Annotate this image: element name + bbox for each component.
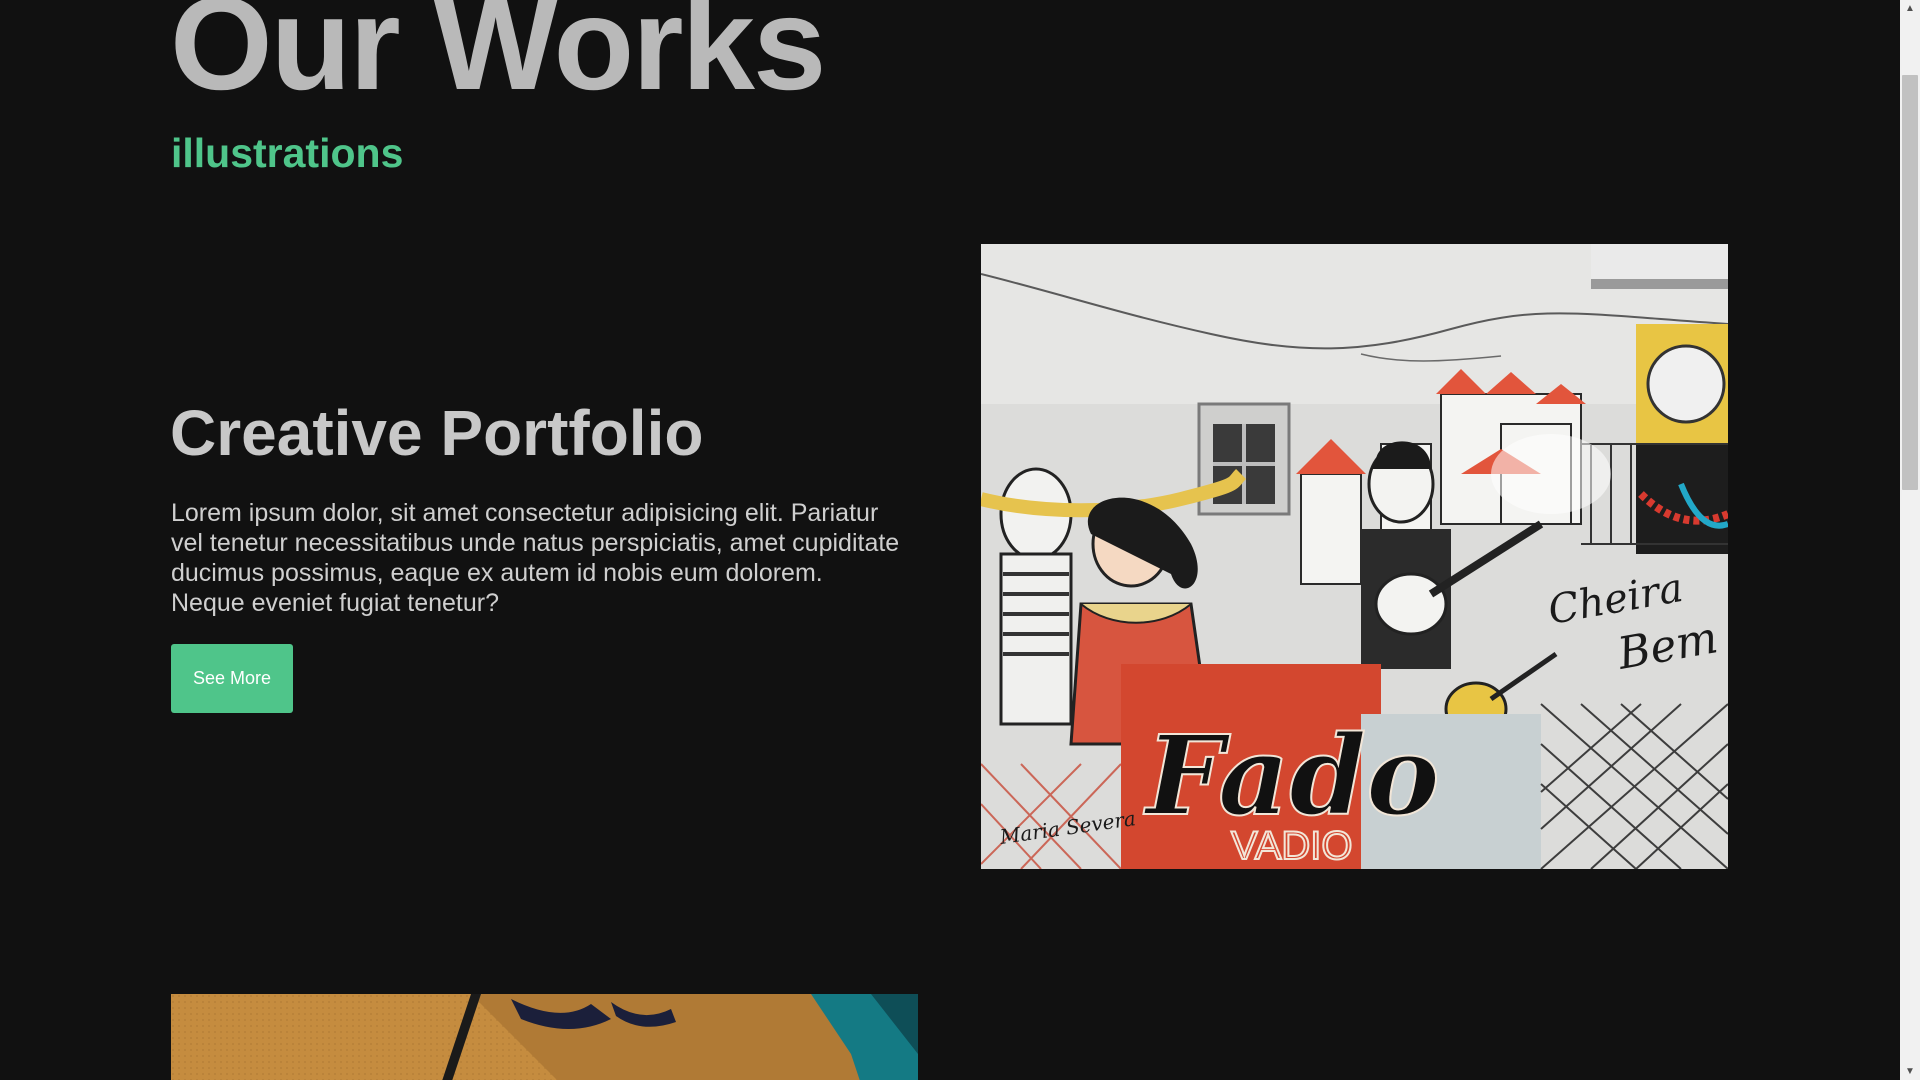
project-title: Creative Portfolio — [170, 397, 704, 469]
mural-sign-text: Fado — [1143, 711, 1440, 840]
project-description: Lorem ipsum dolor, sit amet consectetur … — [171, 499, 900, 617]
scrollbar-thumb[interactable] — [1902, 75, 1918, 490]
mural-artwork-image[interactable]: Fado VADIO Maria Severa Cheira Bem — [981, 244, 1728, 869]
scroll-up-arrow-icon[interactable]: ▲ — [1900, 0, 1920, 17]
project-section: Creative Portfolio Lorem ipsum dolor, si… — [0, 0, 1900, 1080]
second-artwork-image[interactable] — [171, 994, 918, 1080]
scroll-down-arrow-icon[interactable]: ▼ — [1900, 1063, 1920, 1080]
see-more-button[interactable]: See More — [171, 644, 293, 713]
mural-sign-subtext: VADIO — [1231, 824, 1353, 868]
vertical-scrollbar[interactable]: ▲ ▼ — [1900, 0, 1920, 1080]
page: Our Works illustrations Creative Portfol… — [0, 0, 1900, 1080]
